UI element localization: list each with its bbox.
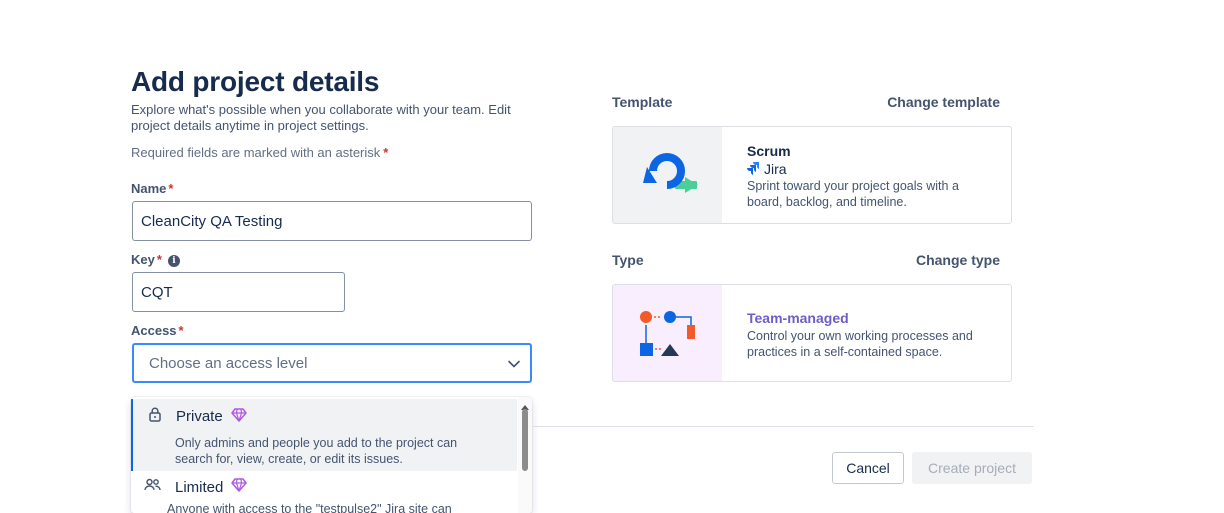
access-option-private[interactable]: Private Only admins and people you add t… bbox=[131, 399, 517, 471]
name-required-asterisk: * bbox=[168, 181, 174, 196]
jira-product-label: Jira bbox=[764, 161, 787, 177]
key-required-asterisk: * bbox=[156, 252, 162, 267]
template-name: Scrum bbox=[747, 143, 791, 159]
info-icon[interactable]: i bbox=[167, 255, 180, 267]
team-managed-illustration bbox=[613, 285, 722, 381]
template-card[interactable]: Scrum Jira Sprint toward your project go… bbox=[612, 126, 1012, 224]
name-label: Name * bbox=[131, 181, 173, 196]
footer-divider bbox=[532, 426, 1034, 427]
cancel-button[interactable]: Cancel bbox=[832, 452, 904, 484]
change-template-link[interactable]: Change template bbox=[860, 94, 1000, 110]
lock-icon bbox=[149, 407, 163, 426]
template-description: Sprint toward your project goals with a … bbox=[747, 179, 959, 209]
key-input-value: CQT bbox=[141, 283, 173, 301]
people-icon bbox=[144, 478, 162, 496]
type-description: Control your own working processes and p… bbox=[747, 329, 973, 359]
access-option-label: Limited bbox=[175, 478, 224, 496]
change-type-link[interactable]: Change type bbox=[860, 252, 1000, 268]
name-input[interactable]: CleanCity QA Testing bbox=[132, 201, 532, 241]
chevron-down-icon bbox=[508, 355, 520, 372]
access-option-title-row: Limited bbox=[144, 478, 248, 496]
key-label: Key * i bbox=[131, 252, 180, 267]
name-label-text: Name bbox=[131, 181, 167, 196]
dropdown-scrollbar[interactable] bbox=[518, 397, 532, 513]
access-label: Access * bbox=[131, 323, 184, 338]
create-project-button[interactable]: Create project bbox=[912, 452, 1032, 484]
jira-logo-icon bbox=[747, 162, 761, 176]
access-label-text: Access bbox=[131, 323, 177, 338]
type-section-label: Type bbox=[612, 252, 644, 268]
access-option-label: Private bbox=[176, 408, 223, 425]
type-card[interactable]: Team-managed Control your own working pr… bbox=[612, 284, 1012, 382]
access-option-description: Anyone with access to the "testpulse2" J… bbox=[167, 502, 452, 513]
access-select[interactable]: Choose an access level bbox=[132, 343, 532, 383]
access-option-title-row: Private bbox=[149, 407, 247, 426]
key-label-text: Key bbox=[131, 252, 155, 267]
required-fields-note: Required fields are marked with an aster… bbox=[131, 145, 388, 160]
access-required-asterisk: * bbox=[178, 323, 184, 338]
scrum-illustration bbox=[613, 127, 722, 223]
required-asterisk: * bbox=[383, 145, 389, 160]
page-description: Explore what's possible when you collabo… bbox=[131, 102, 511, 133]
access-option-limited[interactable]: Limited Anyone with access to the "testp… bbox=[131, 473, 517, 513]
access-select-placeholder: Choose an access level bbox=[149, 354, 308, 372]
scrollbar-thumb[interactable] bbox=[522, 409, 528, 471]
access-option-description: Only admins and people you add to the pr… bbox=[175, 436, 458, 466]
type-name: Team-managed bbox=[747, 310, 849, 326]
page-title: Add project details bbox=[131, 66, 380, 97]
name-input-value: CleanCity QA Testing bbox=[141, 212, 283, 230]
access-dropdown-menu: Private Only admins and people you add t… bbox=[131, 397, 532, 513]
jira-product-tag: Jira bbox=[747, 161, 787, 177]
key-input[interactable]: CQT bbox=[132, 272, 345, 312]
premium-gem-icon bbox=[230, 407, 247, 426]
premium-gem-icon bbox=[231, 478, 248, 496]
template-section-label: Template bbox=[612, 94, 673, 110]
required-note-text: Required fields are marked with an aster… bbox=[131, 145, 381, 160]
